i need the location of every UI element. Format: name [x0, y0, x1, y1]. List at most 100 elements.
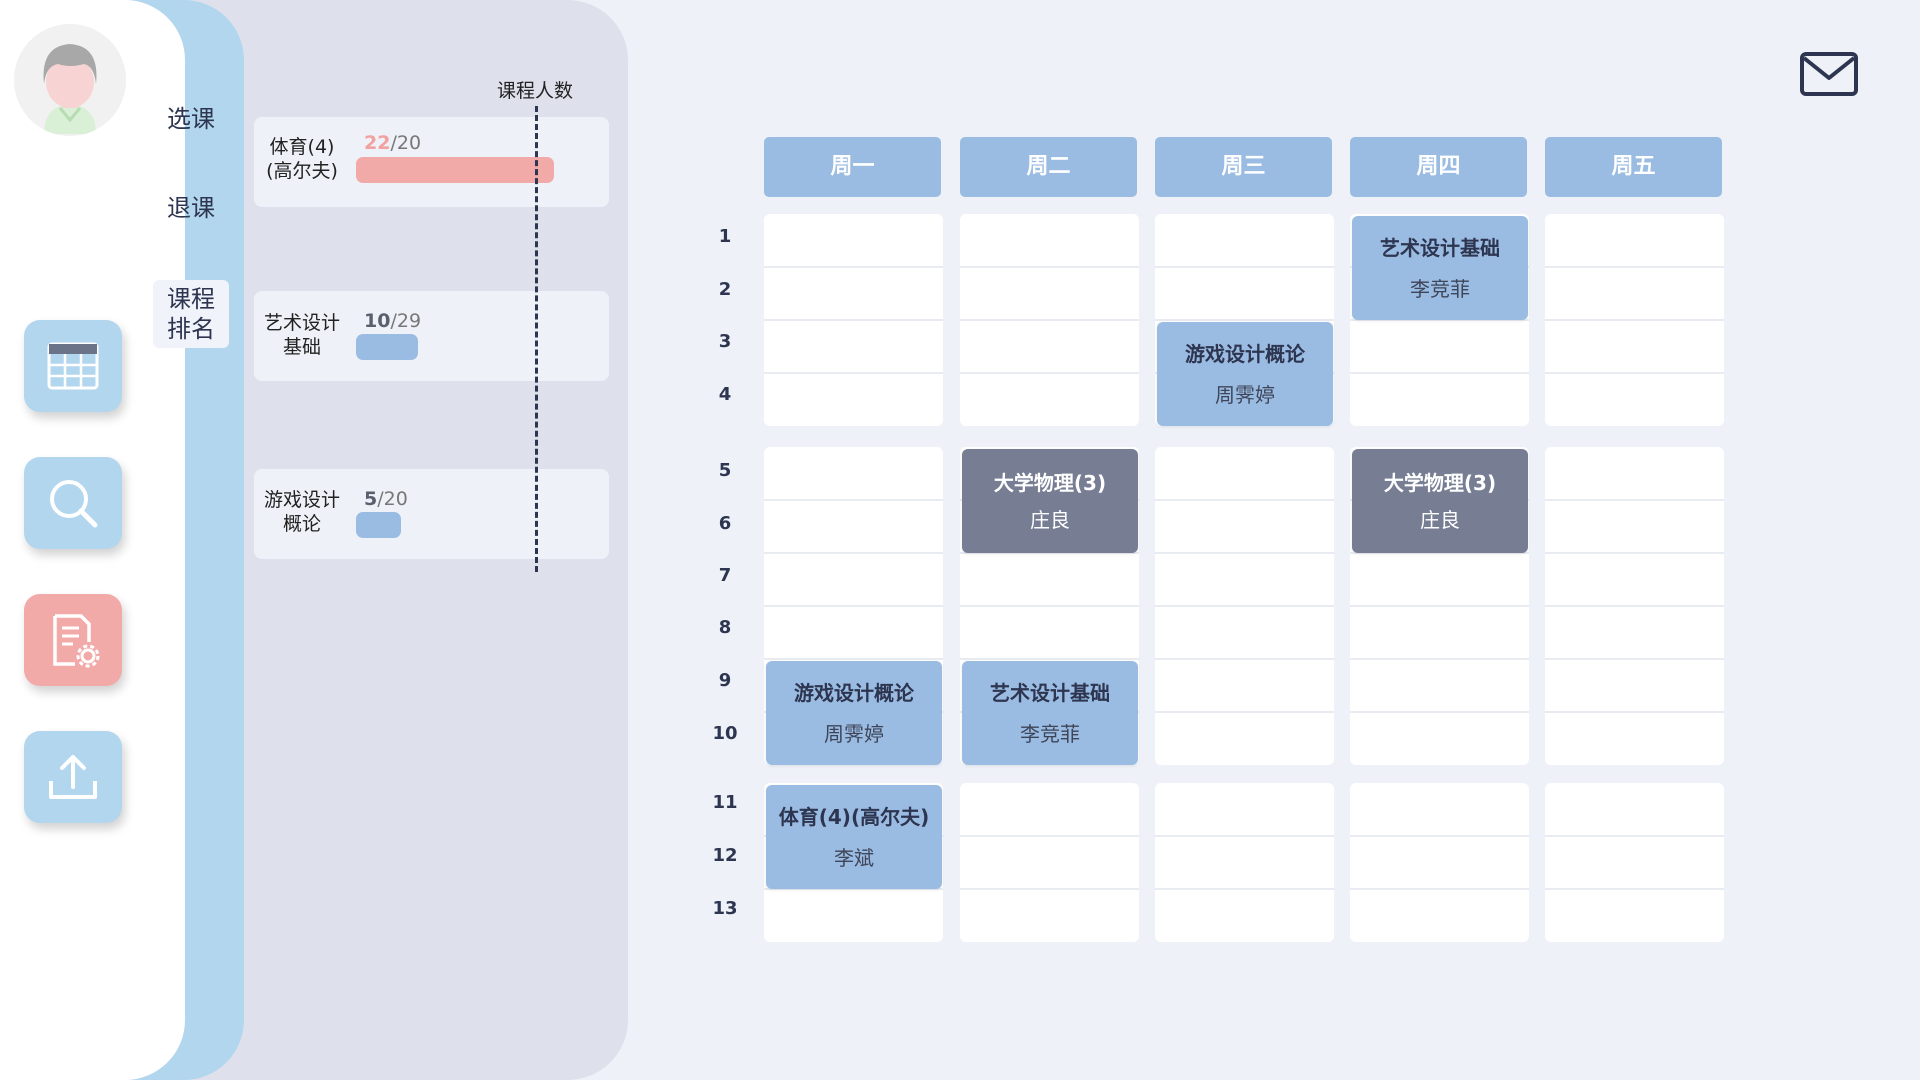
slot-divider — [1350, 605, 1529, 607]
calendar-icon — [47, 342, 99, 390]
slot-divider — [1155, 605, 1334, 607]
slot-divider — [1545, 888, 1724, 890]
course-card[interactable]: 体育(4)(高尔夫) 李斌 — [766, 785, 942, 889]
upload-button[interactable] — [24, 731, 122, 823]
slot-divider — [1545, 372, 1724, 374]
ranking-bar — [356, 157, 554, 183]
schedule-slot-block[interactable] — [1155, 447, 1334, 765]
mail-icon — [1800, 52, 1858, 96]
slot-divider — [1155, 658, 1334, 660]
schedule-slot-block[interactable] — [1350, 783, 1529, 942]
slot-divider — [1545, 711, 1724, 713]
period-number: 9 — [718, 670, 732, 691]
menu-item-course-ranking[interactable]: 课程 排名 — [153, 280, 229, 348]
period-number: 1 — [718, 226, 732, 247]
slot-divider — [1155, 711, 1334, 713]
course-teacher: 李斌 — [834, 846, 874, 870]
schedule-slot-block[interactable] — [960, 783, 1139, 942]
course-name: 游戏设计概论 — [1185, 342, 1305, 366]
document-settings-icon — [53, 614, 100, 668]
schedule-slot-block[interactable] — [1155, 783, 1334, 942]
course-card[interactable]: 大学物理(3) 庄良 — [962, 449, 1138, 553]
slot-divider — [960, 605, 1139, 607]
ranking-bar — [356, 334, 418, 360]
course-card[interactable]: 大学物理(3) 庄良 — [1352, 449, 1528, 553]
upload-icon — [49, 755, 97, 799]
ranking-card-pe[interactable]: 体育(4) (高尔夫) 22/20 — [254, 117, 609, 207]
course-card[interactable]: 游戏设计概论 周霁婷 — [766, 661, 942, 765]
mail-button[interactable] — [1800, 52, 1858, 96]
slot-divider — [1350, 711, 1529, 713]
ranking-course-name: 游戏设计 概论 — [263, 489, 340, 535]
ranking-capacity: /20 — [377, 488, 408, 510]
slot-divider — [960, 835, 1139, 837]
slot-divider — [1350, 658, 1529, 660]
course-name: 大学物理(3) — [993, 471, 1107, 495]
slot-divider — [960, 658, 1139, 660]
ranking-count: 10/29 — [364, 310, 421, 332]
schedule-slot-block[interactable] — [960, 214, 1139, 426]
ranking-enrolled: 22 — [364, 132, 391, 154]
calendar-button[interactable] — [24, 320, 122, 412]
period-number: 2 — [718, 279, 732, 300]
ranking-card-game[interactable]: 游戏设计 概论 5/20 — [254, 469, 609, 559]
slot-divider — [764, 552, 943, 554]
slot-divider — [960, 266, 1139, 268]
period-number: 6 — [718, 513, 732, 534]
slot-divider — [764, 372, 943, 374]
slot-divider — [764, 499, 943, 501]
course-teacher: 庄良 — [1030, 508, 1070, 532]
schedule-slot-block[interactable] — [1545, 783, 1724, 942]
slot-divider — [1545, 319, 1724, 321]
slot-divider — [764, 266, 943, 268]
course-card[interactable]: 游戏设计概论 周霁婷 — [1157, 322, 1333, 426]
day-header-tue: 周二 — [960, 137, 1137, 197]
slot-divider — [1350, 372, 1529, 374]
slot-divider — [764, 658, 943, 660]
menu-item-select-course[interactable]: 选课 — [153, 104, 229, 134]
period-number: 11 — [712, 792, 738, 813]
schedule-slot-block[interactable] — [764, 214, 943, 426]
course-teacher: 庄良 — [1420, 508, 1460, 532]
period-number: 10 — [712, 723, 738, 744]
day-header-mon: 周一 — [764, 137, 941, 197]
slot-divider — [1545, 266, 1724, 268]
course-card[interactable]: 艺术设计基础 李竞菲 — [1352, 216, 1528, 320]
ranking-course-name: 体育(4) (高尔夫) — [266, 136, 338, 182]
schedule-slot-block[interactable] — [1545, 214, 1724, 426]
search-button[interactable] — [24, 457, 122, 549]
capacity-marker-line — [535, 106, 538, 572]
period-number: 12 — [712, 845, 738, 866]
course-card[interactable]: 艺术设计基础 李竞菲 — [962, 661, 1138, 765]
ranking-enrolled: 10 — [364, 310, 391, 332]
period-number: 3 — [718, 331, 732, 352]
user-avatar[interactable] — [14, 24, 126, 136]
ranking-bar — [356, 512, 401, 538]
menu-item-drop-course[interactable]: 退课 — [153, 193, 229, 223]
ranking-capacity: /20 — [390, 132, 422, 154]
ranking-count: 5/20 — [364, 488, 408, 510]
period-number: 4 — [718, 384, 732, 405]
ranking-course-name: 艺术设计 基础 — [263, 312, 340, 358]
ranking-enrolled: 5 — [364, 488, 378, 510]
period-number: 13 — [712, 898, 738, 919]
day-header-thu: 周四 — [1350, 137, 1527, 197]
slot-divider — [1350, 888, 1529, 890]
slot-divider — [960, 372, 1139, 374]
ranking-card-art[interactable]: 艺术设计 基础 10/29 — [254, 291, 609, 381]
slot-divider — [1155, 499, 1334, 501]
slot-divider — [1155, 888, 1334, 890]
course-teacher: 周霁婷 — [824, 722, 884, 746]
slot-divider — [960, 888, 1139, 890]
slot-divider — [1545, 605, 1724, 607]
day-header-wed: 周三 — [1155, 137, 1332, 197]
course-name: 艺术设计基础 — [990, 681, 1110, 705]
slot-divider — [1155, 266, 1334, 268]
course-teacher: 周霁婷 — [1215, 383, 1275, 407]
schedule-slot-block[interactable] — [1545, 447, 1724, 765]
slot-divider — [1350, 835, 1529, 837]
slot-divider — [764, 319, 943, 321]
document-settings-button[interactable] — [24, 594, 122, 686]
course-name: 大学物理(3) — [1383, 471, 1497, 495]
ranking-title: 课程人数 — [497, 80, 574, 102]
